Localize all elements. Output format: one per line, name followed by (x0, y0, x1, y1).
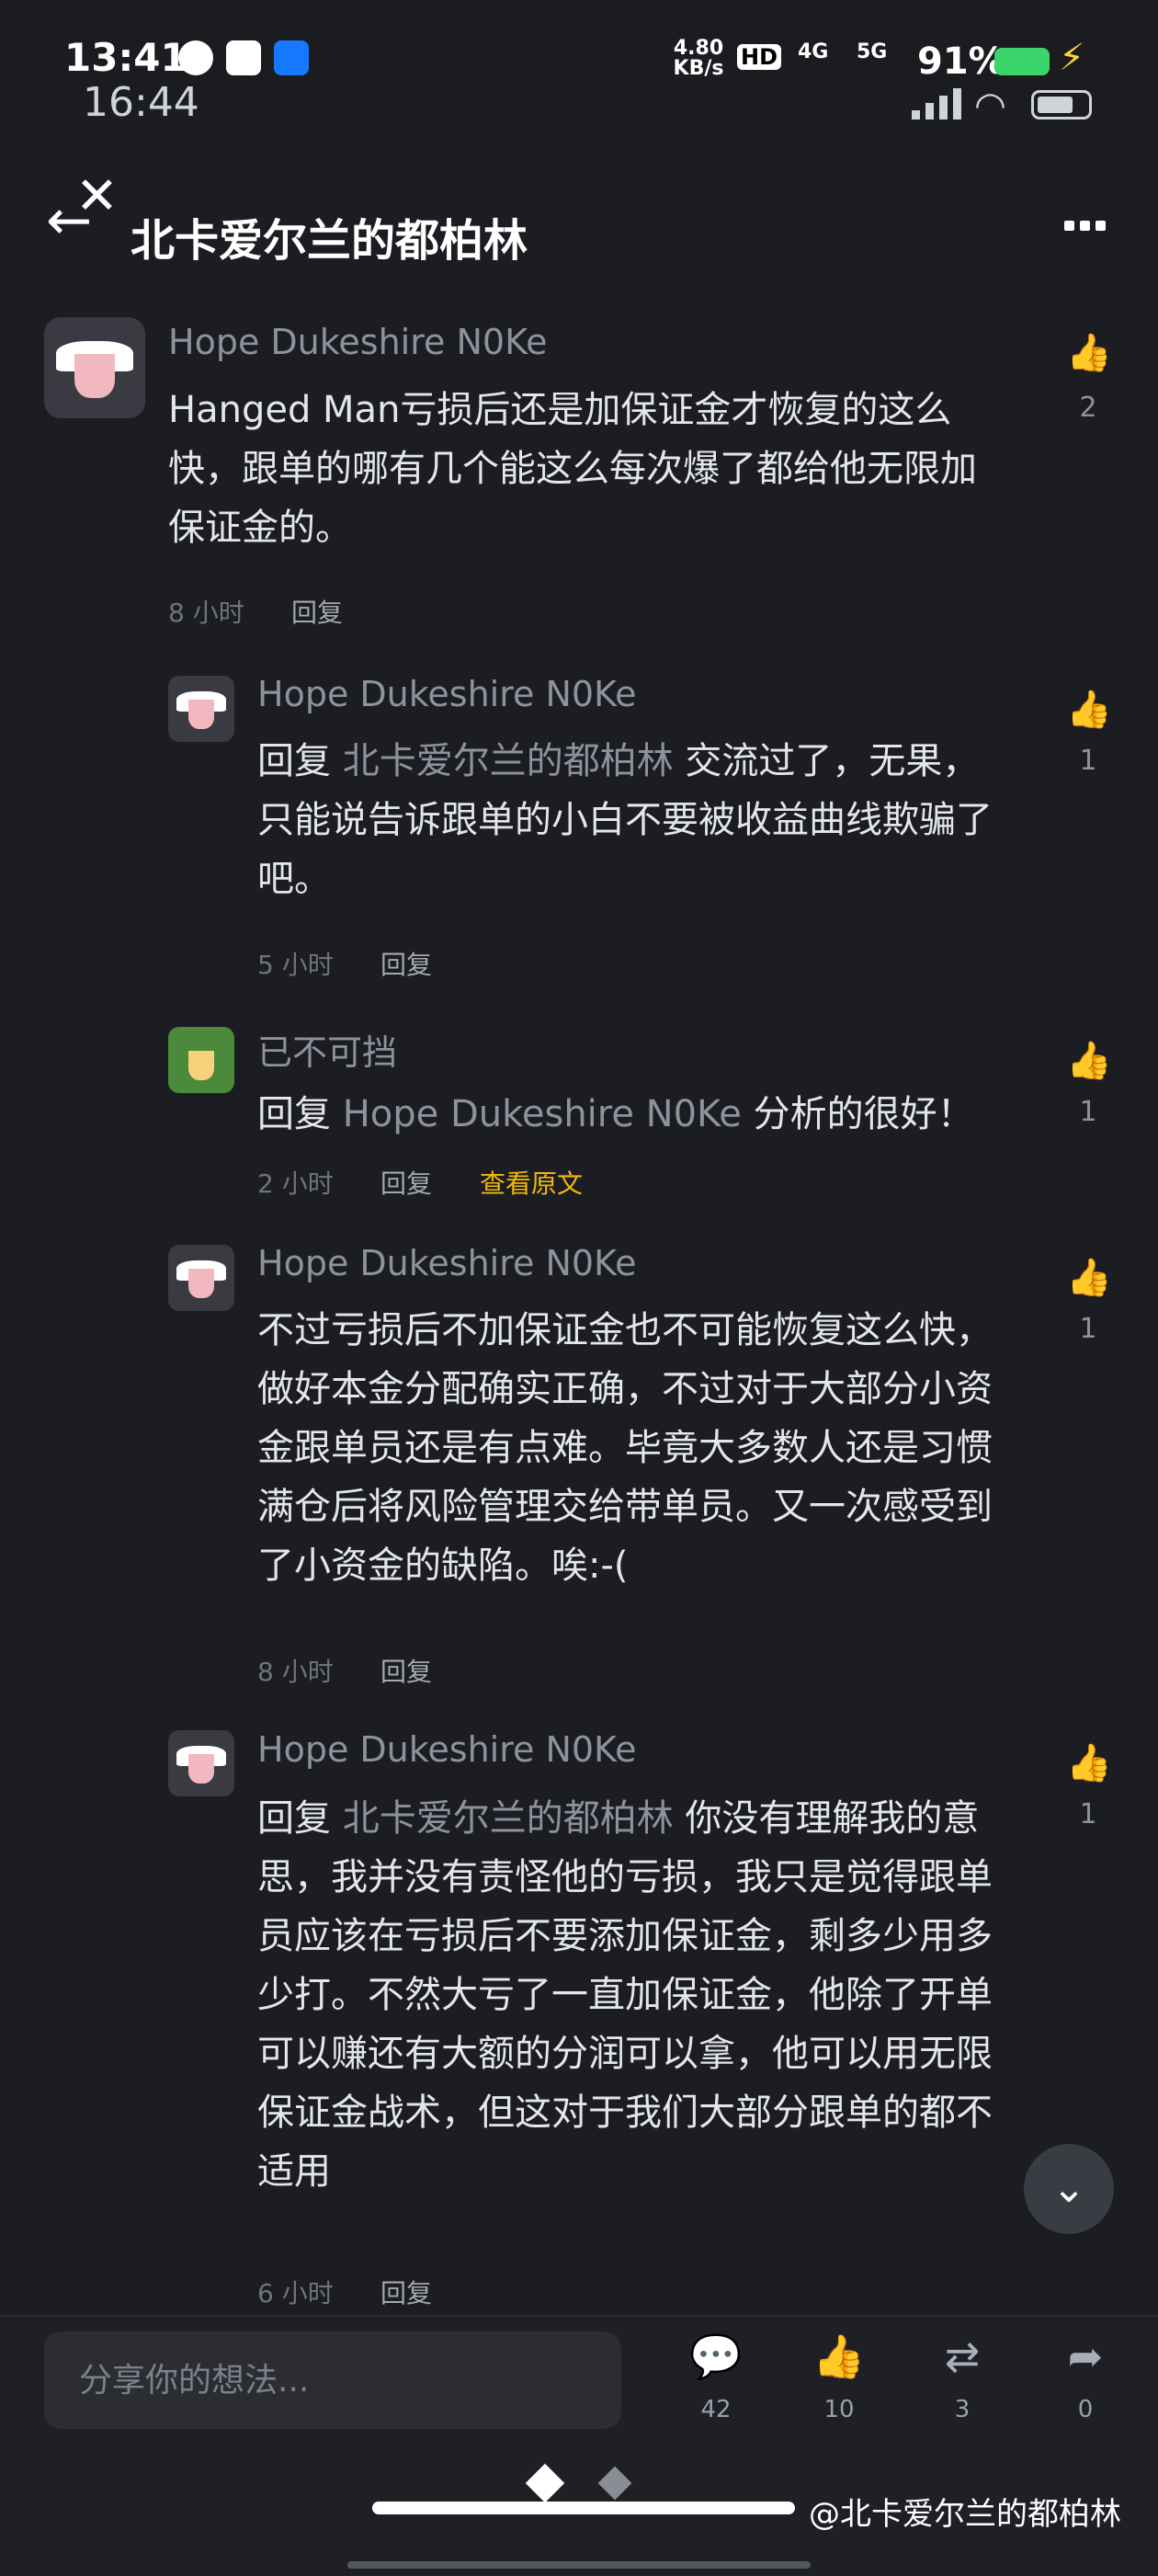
comment-time: 8 小时 (168, 598, 244, 628)
reply-to-user[interactable]: Hope Dukeshire N0Ke (343, 1093, 742, 1135)
comment-text: 思，我并没有责怪他的亏损，我只是觉得跟单 员应该在亏损后不要添加保证金，剩多少用… (257, 1856, 993, 2193)
comment-first-line: 回复 北卡爱尔兰的都柏林 交流过了，无果， (257, 732, 979, 791)
comment-author[interactable]: Hope Dukeshire N0Ke (168, 322, 547, 362)
reply-button[interactable]: 回复 (380, 2274, 432, 2310)
repost-icon[interactable]: ⇄ (930, 2331, 994, 2381)
avatar[interactable] (168, 1730, 234, 1796)
comment-first-line: 回复 Hope Dukeshire N0Ke 分析的很好！ (257, 1085, 974, 1144)
hd-badge: HD (737, 44, 782, 70)
thumbs-up-icon[interactable]: 👍 (1066, 688, 1112, 731)
reply-to-user[interactable]: 北卡爱尔兰的都柏林 (343, 740, 674, 782)
comment-text-start: 交流过了，无果， (673, 740, 980, 782)
comment-icon[interactable]: 💬 (684, 2331, 748, 2382)
thumbs-up-icon[interactable]: 👍 (1066, 1039, 1112, 1082)
comment-text-start: 你没有理解我的意 (673, 1797, 980, 1840)
comment-first-line: 回复 北卡爱尔兰的都柏林 你没有理解我的意 (257, 1789, 979, 1848)
like-count: 1 (1079, 1313, 1097, 1345)
network-5g: 5G (857, 40, 888, 63)
comment-time: 2 小时 (257, 1168, 334, 1199)
like-count: 2 (1079, 392, 1097, 424)
more-options-icon[interactable] (1064, 217, 1111, 234)
charging-icon: ⚡ (1059, 37, 1085, 79)
home-indicator[interactable] (347, 2561, 811, 2569)
avatar[interactable] (168, 1245, 234, 1311)
comments-count: 42 (700, 2396, 732, 2423)
avatar[interactable] (168, 676, 234, 742)
message-icon (178, 40, 213, 75)
close-icon[interactable]: ✕ (75, 171, 119, 222)
avatar[interactable] (44, 317, 145, 418)
reply-prefix: 回复 (257, 1093, 343, 1135)
system-time: 13:41 (64, 35, 187, 80)
reply-to-user[interactable]: 北卡爱尔兰的都柏林 (343, 1797, 674, 1840)
comment-time: 5 小时 (257, 950, 334, 980)
view-original-link[interactable]: 查看原文 (480, 1164, 583, 1201)
page-title: 北卡爱尔兰的都柏林 (131, 215, 528, 267)
comment-text: 不过亏损后不加保证金也不可能恢复这么快， 做好本金分配确实正确，不过对于大部分小… (257, 1309, 993, 1587)
reply-button[interactable]: 回复 (380, 945, 432, 982)
like-count: 1 (1079, 745, 1097, 777)
reply-prefix: 回复 (257, 1797, 343, 1840)
signal-icon (912, 88, 961, 120)
comment-author[interactable]: Hope Dukeshire N0Ke (257, 674, 636, 714)
battery-percent: 91% (917, 40, 1005, 83)
battery-icon (994, 48, 1050, 75)
likes-count: 10 (823, 2396, 855, 2423)
share-icon[interactable]: ➦ (1053, 2331, 1118, 2381)
comment-time: 6 小时 (257, 2278, 334, 2308)
comment-text: 只能说告诉跟单的小白不要被收益曲线欺骗了 吧。 (257, 799, 993, 900)
video-progress-bar (372, 2502, 795, 2514)
reply-button[interactable]: 回复 (380, 1652, 432, 1689)
like-count: 1 (1079, 1096, 1097, 1128)
alipay-icon (274, 40, 309, 75)
comment-text-start: 分析的很好！ (741, 1093, 974, 1135)
scroll-to-bottom-button[interactable]: ⌄ (1024, 2144, 1114, 2234)
network-speed: 4.80 KB/s (673, 37, 724, 80)
watermark: @北卡爱尔兰的都柏林 (809, 2496, 1121, 2533)
inner-battery-icon (1031, 90, 1092, 120)
wifi-icon: ◠ (974, 85, 1006, 127)
thumbs-up-icon[interactable]: 👍 (1066, 1741, 1112, 1784)
comment-author[interactable]: Hope Dukeshire N0Ke (257, 1729, 636, 1770)
reply-prefix: 回复 (257, 740, 343, 782)
thumbs-up-icon[interactable]: 👍 (1066, 331, 1112, 374)
reply-button[interactable]: 回复 (291, 593, 343, 630)
inner-status-time: 16:44 (83, 79, 199, 126)
shares-count: 0 (1077, 2396, 1094, 2423)
network-4g: 4G (798, 40, 829, 63)
comment-author[interactable]: 已不可挡 (257, 1024, 397, 1075)
qq-icon (226, 40, 261, 75)
reply-button[interactable]: 回复 (380, 1164, 432, 1201)
comment-text: Hanged Man亏损后还是加保证金才恢复的这么 快，跟单的哪有几个能这么每次… (168, 389, 977, 549)
comment-time: 8 小时 (257, 1657, 334, 1687)
comment-input[interactable] (44, 2331, 621, 2429)
thumbs-up-icon[interactable]: 👍 (1066, 1256, 1112, 1299)
comment-author[interactable]: Hope Dukeshire N0Ke (257, 1243, 636, 1283)
reposts-count: 3 (954, 2396, 971, 2423)
avatar[interactable] (168, 1027, 234, 1093)
like-icon[interactable]: 👍 (807, 2331, 871, 2382)
like-count: 1 (1079, 1798, 1097, 1830)
